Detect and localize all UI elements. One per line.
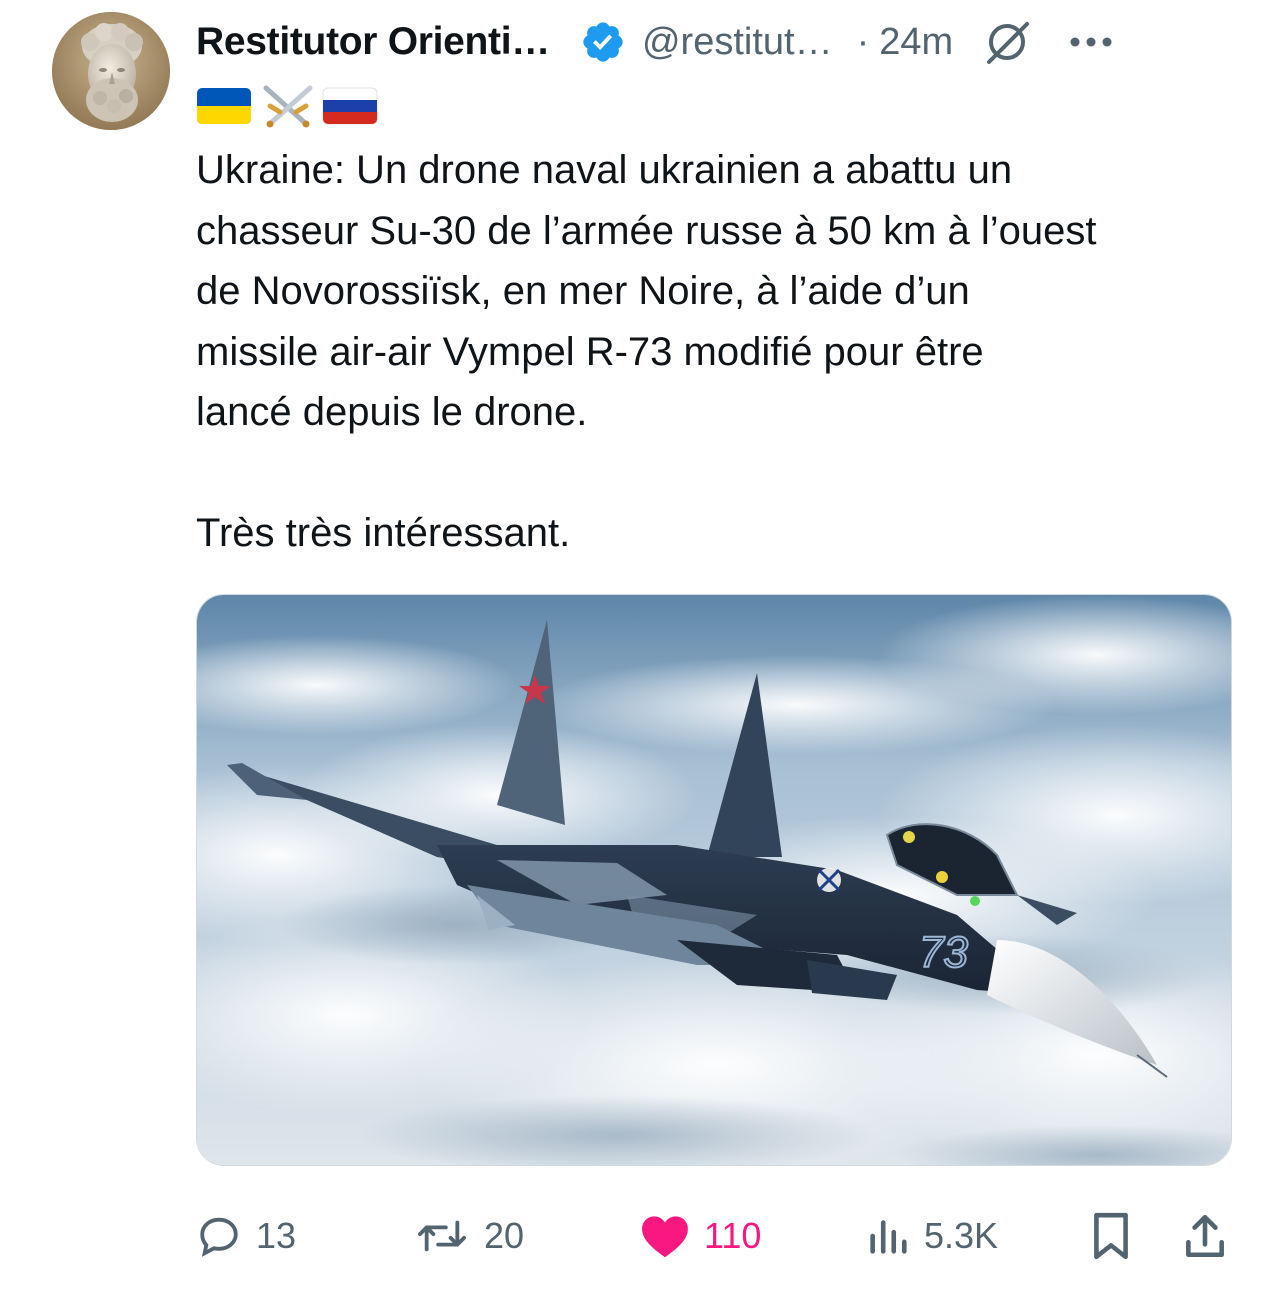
crossed-swords-icon	[263, 85, 313, 128]
name-emoji-flags	[196, 82, 378, 130]
repost-icon	[418, 1220, 466, 1252]
views-count: 5.3K	[924, 1215, 999, 1256]
avatar[interactable]	[52, 12, 170, 130]
views-chart-icon	[870, 1220, 907, 1254]
reply-button[interactable]: 13	[196, 1208, 296, 1264]
flag-russia-icon	[322, 87, 378, 125]
separator-dot: ·	[856, 20, 870, 63]
tweet-header: Restitutor Orienti… @restitut… · 24m	[196, 14, 1236, 70]
repost-button[interactable]: 20	[414, 1208, 524, 1264]
su-30-fighter-photo-icon: 73	[197, 595, 1231, 1165]
tweet-text: Ukraine: Un drone naval ukrainien a abat…	[196, 148, 1097, 555]
bookmark-icon	[1094, 1212, 1128, 1260]
share-icon	[1186, 1214, 1224, 1258]
reply-count: 13	[256, 1215, 297, 1256]
heart-filled-icon	[642, 1216, 688, 1258]
timestamp[interactable]: 24m	[879, 21, 953, 64]
views-button[interactable]: 5.3K	[866, 1208, 998, 1264]
like-count: 110	[704, 1215, 762, 1256]
repost-count: 20	[484, 1215, 525, 1256]
bookmark-button[interactable]	[1090, 1208, 1132, 1264]
aircraft-tail-number: 73	[919, 928, 968, 977]
tweet-media-image[interactable]: 73	[196, 594, 1232, 1166]
grok-icon[interactable]	[981, 16, 1033, 68]
flag-ukraine-icon	[197, 88, 251, 124]
tweet-action-bar: 13 20 110 5.3K	[0, 1208, 1284, 1264]
verified-badge-icon[interactable]	[580, 19, 626, 65]
share-button[interactable]	[1182, 1208, 1228, 1264]
author-display-name[interactable]: Restitutor Orienti…	[196, 20, 550, 64]
like-button[interactable]: 110	[640, 1208, 761, 1264]
author-handle[interactable]: @restitut…	[642, 21, 833, 64]
more-options-icon[interactable]	[1067, 32, 1115, 52]
reply-icon	[200, 1217, 238, 1257]
marble-bust-avatar-icon	[52, 12, 170, 130]
